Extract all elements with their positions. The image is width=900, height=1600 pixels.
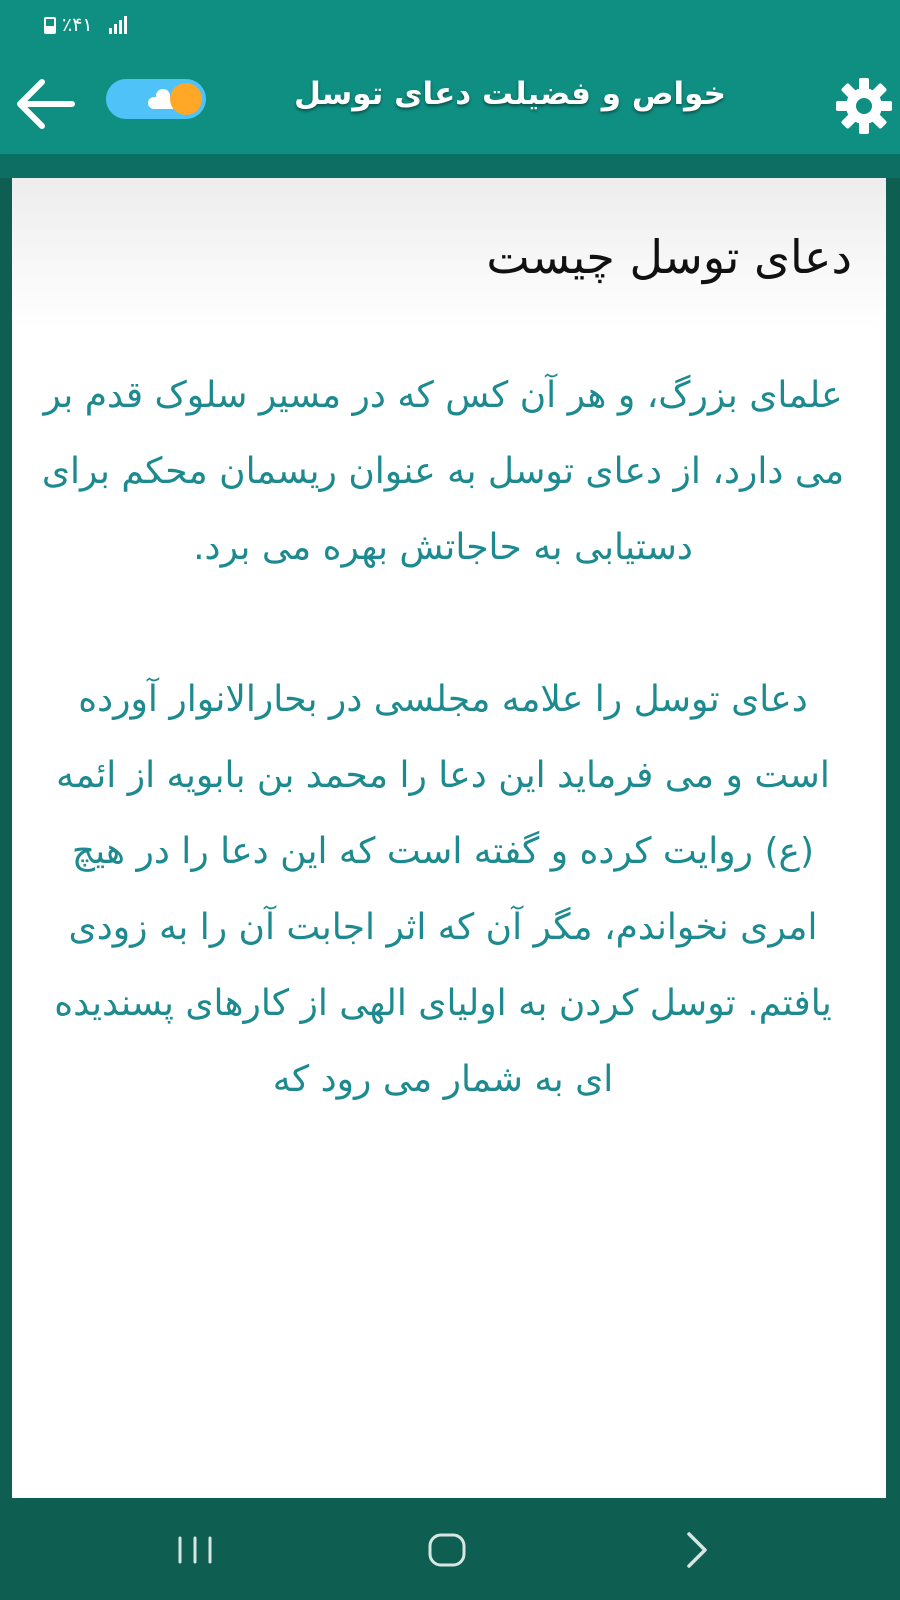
recents-button[interactable] [160, 1520, 230, 1580]
arrow-left-icon [17, 79, 75, 129]
toolbar-shadow [0, 154, 900, 178]
article-card: دعای توسل چیست علمای بزرگ، و هر آن کس که… [12, 178, 886, 1498]
status-bar: ٪۴۱ [0, 0, 900, 56]
gear-icon [836, 78, 892, 134]
article-paragraph: دعای توسل را علامه مجلسی در بحارالانوار … [54, 679, 832, 1100]
article-paragraph: علمای بزرگ، و هر آن کس که در مسیر سلوک ق… [41, 375, 845, 568]
home-icon [428, 1533, 466, 1567]
page-title: خواص و فضیلت دعای توسل [294, 76, 726, 112]
battery-percentage: ٪۴۱ [62, 14, 93, 36]
app-bar: خواص و فضیلت دعای توسل [0, 56, 900, 154]
status-left: ٪۴۱ [44, 14, 127, 36]
sun-icon [170, 83, 202, 115]
system-nav-bar [0, 1498, 900, 1600]
system-back-button[interactable] [662, 1520, 732, 1580]
home-button[interactable] [412, 1520, 482, 1580]
back-button[interactable] [12, 74, 78, 134]
signal-icon [108, 16, 127, 34]
settings-button[interactable] [832, 74, 896, 138]
article-body: علمای بزرگ، و هر آن کس که در مسیر سلوک ق… [38, 358, 848, 1194]
theme-toggle[interactable] [106, 79, 206, 119]
recents-icon [178, 1536, 212, 1564]
battery-icon [44, 16, 56, 34]
article-title: دعای توسل چیست [486, 230, 852, 284]
chevron-right-icon [687, 1532, 707, 1568]
